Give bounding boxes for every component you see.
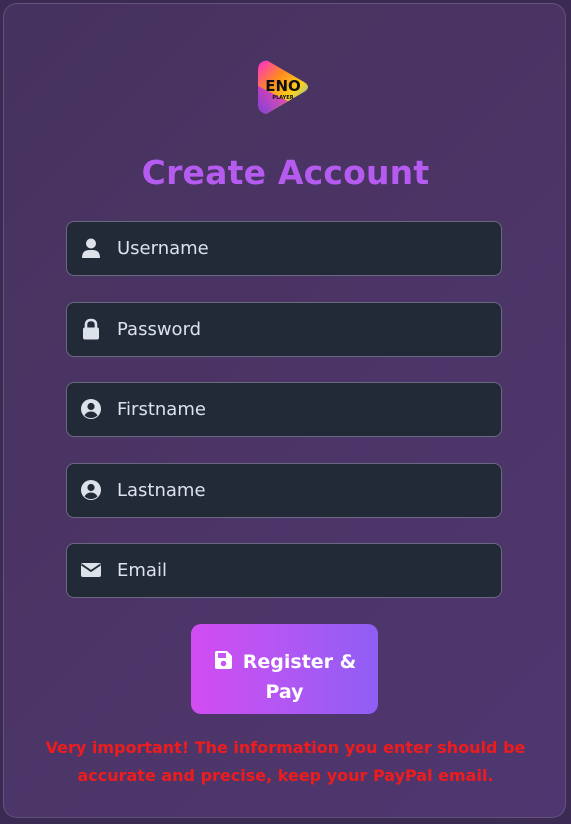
password-input[interactable] <box>117 303 487 356</box>
user-circle-icon <box>80 398 102 420</box>
username-field[interactable] <box>66 221 502 276</box>
envelope-icon <box>80 559 102 581</box>
username-input[interactable] <box>117 222 487 275</box>
save-icon <box>213 649 233 669</box>
lock-icon <box>80 318 102 340</box>
eno-player-logo: ENO PLAYER <box>254 56 316 118</box>
logo-text: ENO <box>265 77 301 95</box>
password-field[interactable] <box>66 302 502 357</box>
register-pay-label: Register & Pay <box>242 651 357 703</box>
user-icon <box>80 237 102 259</box>
email-field[interactable] <box>66 543 502 598</box>
lastname-input[interactable] <box>117 464 487 517</box>
firstname-field[interactable] <box>66 382 502 437</box>
user-circle-icon <box>80 479 102 501</box>
register-pay-button[interactable]: Register & Pay <box>191 624 378 714</box>
page-title: Create Account <box>141 153 430 192</box>
logo-subtext: PLAYER <box>272 95 293 101</box>
firstname-input[interactable] <box>117 383 487 436</box>
lastname-field[interactable] <box>66 463 502 518</box>
warning-message: Very important! The information you ente… <box>45 738 526 785</box>
email-input[interactable] <box>117 544 487 597</box>
